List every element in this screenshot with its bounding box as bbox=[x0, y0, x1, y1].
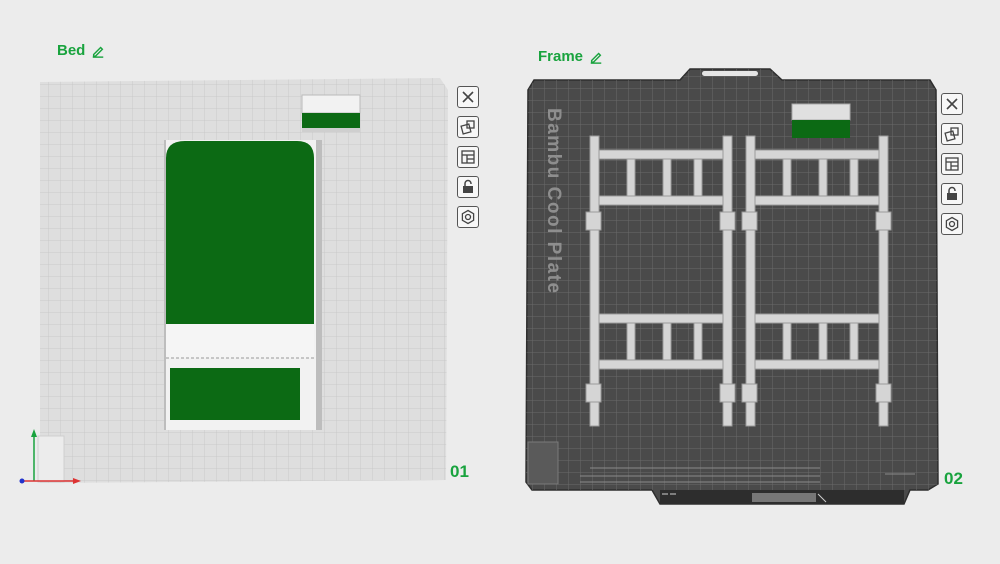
lock-icon bbox=[463, 179, 473, 193]
plate-1-canvas[interactable] bbox=[0, 60, 460, 500]
lock-plate-button[interactable] bbox=[941, 183, 963, 205]
close-icon bbox=[462, 91, 474, 103]
settings-icon bbox=[945, 216, 959, 232]
plate-settings-button[interactable] bbox=[457, 206, 479, 228]
plate-1-number: 01 bbox=[450, 462, 469, 481]
settings-icon bbox=[461, 209, 475, 225]
lock-icon bbox=[947, 186, 957, 200]
plate-settings-button[interactable] bbox=[941, 213, 963, 235]
auto-orient-icon bbox=[460, 120, 475, 135]
edit-icon[interactable] bbox=[589, 50, 603, 64]
arrange-icon bbox=[945, 157, 959, 171]
small-block-model[interactable] bbox=[301, 94, 361, 132]
lock-plate-button[interactable] bbox=[457, 176, 479, 198]
plate-1-title[interactable]: Bed bbox=[57, 42, 105, 59]
plate-label: Bambu Cool Plate bbox=[543, 108, 564, 295]
plate-1-name: Bed bbox=[57, 42, 86, 59]
close-icon bbox=[946, 98, 958, 110]
plate-2-canvas[interactable]: Bambu Cool Plate bbox=[520, 64, 940, 510]
plate-2-title[interactable]: Frame bbox=[538, 48, 603, 65]
edit-icon[interactable] bbox=[91, 44, 105, 58]
auto-orient-button[interactable] bbox=[941, 123, 963, 145]
arrange-button[interactable] bbox=[941, 153, 963, 175]
arrange-icon bbox=[461, 150, 475, 164]
delete-plate-button[interactable] bbox=[457, 86, 479, 108]
small-block-model[interactable] bbox=[791, 103, 851, 138]
plate-2-toolbar bbox=[941, 93, 963, 235]
delete-plate-button[interactable] bbox=[941, 93, 963, 115]
bed-model[interactable] bbox=[164, 140, 322, 430]
plate-2-number: 02 bbox=[944, 469, 963, 488]
plate-1-toolbar bbox=[457, 86, 479, 228]
plate-2-name: Frame bbox=[538, 48, 584, 65]
auto-orient-button[interactable] bbox=[457, 116, 479, 138]
auto-orient-icon bbox=[944, 127, 959, 142]
arrange-button[interactable] bbox=[457, 146, 479, 168]
